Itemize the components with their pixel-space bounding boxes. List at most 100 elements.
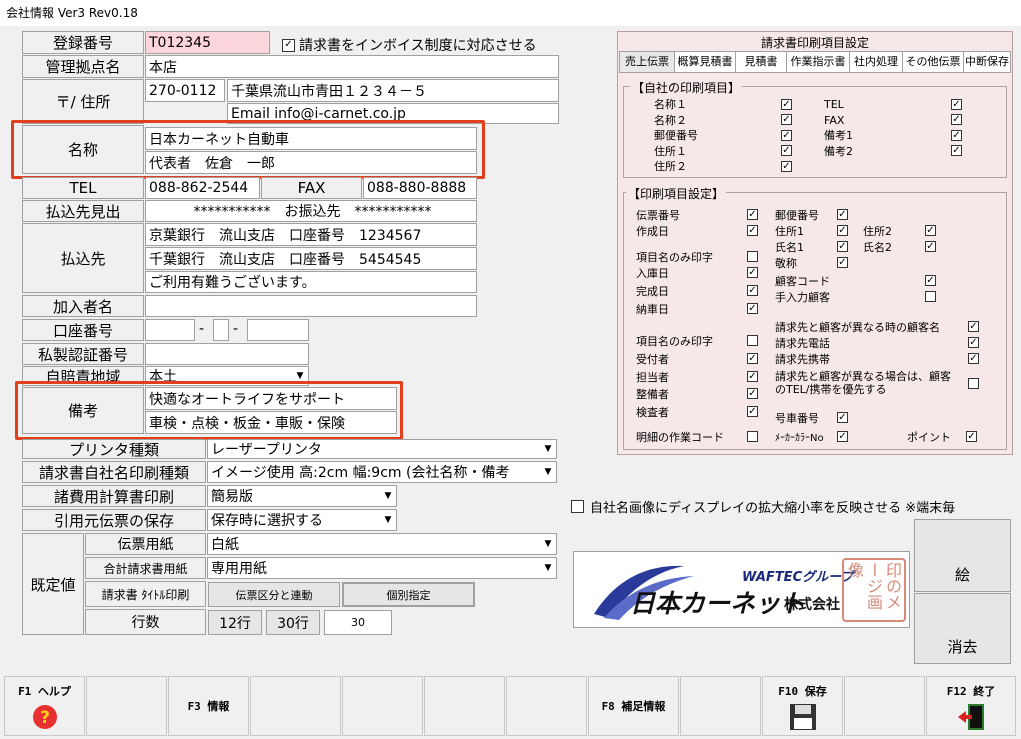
printer-value: レーザープリンタ bbox=[211, 442, 322, 458]
customer-code-label: 顧客コード bbox=[775, 275, 830, 288]
display-scale-row[interactable]: 自社名画像にディスプレイの拡大縮小率を反映させる ※端末毎 bbox=[571, 497, 955, 516]
work-code-checkbox[interactable] bbox=[747, 431, 758, 442]
own-tel-checkbox[interactable]: ✓ bbox=[951, 99, 962, 110]
tab-rough-estimate[interactable]: 概算見積書 bbox=[675, 52, 736, 72]
diff-tel-checkbox[interactable] bbox=[968, 378, 979, 389]
billing-tel-checkbox[interactable]: ✓ bbox=[968, 337, 979, 348]
picture-button[interactable]: 絵 bbox=[914, 519, 1011, 592]
own-item-label: 備考1 bbox=[824, 129, 853, 142]
payee1-input[interactable]: 京葉銀行 流山支店 口座番号 1234567 bbox=[145, 223, 477, 246]
title-print-linked-button[interactable]: 伝票区分と連動 bbox=[208, 582, 340, 607]
tab-sales-slip[interactable]: 売上伝票 bbox=[620, 52, 675, 72]
tab-work-order[interactable]: 作業指示書 bbox=[787, 52, 850, 72]
own-addr2-checkbox[interactable]: ✓ bbox=[781, 161, 792, 172]
save-icon bbox=[789, 704, 816, 730]
member-input[interactable] bbox=[145, 295, 477, 317]
invoice-print-type-select[interactable]: イメージ使用 高:2cm 幅:9cm (会社名称・備考 ▼ bbox=[207, 461, 557, 483]
display-scale-checkbox[interactable] bbox=[571, 500, 584, 513]
rows-12-button[interactable]: 12行 bbox=[208, 610, 262, 635]
f10-save-button[interactable]: F10 保存 bbox=[762, 676, 843, 736]
f2-button[interactable] bbox=[86, 676, 167, 736]
own-addr1-checkbox[interactable]: ✓ bbox=[781, 145, 792, 156]
billing-mobile-checkbox[interactable]: ✓ bbox=[968, 353, 979, 364]
f11-button[interactable] bbox=[844, 676, 925, 736]
own-fax-checkbox[interactable]: ✓ bbox=[951, 114, 962, 125]
fax-input[interactable]: 088-880-8888 bbox=[363, 177, 477, 199]
address2-checkbox[interactable]: ✓ bbox=[925, 225, 936, 236]
own-zip-checkbox[interactable]: ✓ bbox=[781, 130, 792, 141]
chevron-down-icon[interactable]: ▼ bbox=[380, 510, 396, 530]
payee-head-input[interactable]: *********** お振込先 *********** bbox=[145, 200, 477, 222]
name1-checkbox[interactable]: ✓ bbox=[837, 241, 848, 252]
receptionist-checkbox[interactable]: ✓ bbox=[747, 353, 758, 364]
point-checkbox[interactable]: ✓ bbox=[966, 431, 977, 442]
f9-button[interactable] bbox=[680, 676, 761, 736]
tel-input[interactable]: 088-862-2544 bbox=[145, 177, 260, 199]
f5-button[interactable] bbox=[342, 676, 423, 736]
payee-head-label: 払込先見出 bbox=[22, 200, 144, 222]
zip-input[interactable]: 270-0112 bbox=[145, 79, 225, 102]
payee3-input[interactable]: ご利用有難うございます。 bbox=[145, 271, 477, 293]
private-cert-input[interactable] bbox=[145, 343, 309, 365]
staff-checkbox[interactable]: ✓ bbox=[747, 371, 758, 382]
slip-paper-select[interactable]: 白紙 ▼ bbox=[207, 533, 557, 555]
address-input[interactable]: 千葉県流山市青田１２３４－５ bbox=[227, 79, 559, 102]
chevron-down-icon[interactable]: ▼ bbox=[540, 534, 556, 554]
label-only-checkbox-1[interactable] bbox=[747, 251, 758, 262]
tel-label: TEL bbox=[22, 177, 144, 199]
name2-checkbox[interactable]: ✓ bbox=[925, 241, 936, 252]
f4-button[interactable] bbox=[250, 676, 341, 736]
tab-suspended-save[interactable]: 中断保存 bbox=[964, 52, 1010, 72]
f6-button[interactable] bbox=[424, 676, 505, 736]
manual-customer-checkbox[interactable] bbox=[925, 291, 936, 302]
honorific-checkbox[interactable]: ✓ bbox=[837, 257, 848, 268]
chevron-down-icon[interactable]: ▼ bbox=[540, 440, 556, 458]
zip-checkbox[interactable]: ✓ bbox=[837, 209, 848, 220]
invoice-checkbox-row[interactable]: ✓ 請求書をインボイス制度に対応させる bbox=[282, 35, 537, 55]
tab-estimate[interactable]: 見積書 bbox=[736, 52, 787, 72]
created-date-checkbox[interactable]: ✓ bbox=[747, 225, 758, 236]
printer-select[interactable]: レーザープリンタ ▼ bbox=[207, 439, 557, 459]
tab-internal[interactable]: 社内処理 bbox=[850, 52, 903, 72]
inspector-checkbox[interactable]: ✓ bbox=[747, 406, 758, 417]
chevron-down-icon[interactable]: ▼ bbox=[540, 462, 556, 482]
f7-button[interactable] bbox=[506, 676, 587, 736]
delivery-date-checkbox[interactable]: ✓ bbox=[747, 303, 758, 314]
col1-label: 検査者 bbox=[636, 406, 669, 419]
f8-supplement-button[interactable]: F8 補足情報 bbox=[588, 676, 679, 736]
car-number-checkbox[interactable]: ✓ bbox=[837, 412, 848, 423]
arrival-date-checkbox[interactable]: ✓ bbox=[747, 267, 758, 278]
title-print-individual-button[interactable]: 個別指定 bbox=[342, 582, 475, 607]
f3-info-button[interactable]: F3 情報 bbox=[168, 676, 249, 736]
rows-input[interactable]: 30 bbox=[324, 610, 392, 635]
account-part2-input[interactable] bbox=[213, 319, 229, 341]
payee2-input[interactable]: 千葉銀行 流山支店 口座番号 5454545 bbox=[145, 247, 477, 270]
mechanic-checkbox[interactable]: ✓ bbox=[747, 388, 758, 399]
quote-save-select[interactable]: 保存時に選択する ▼ bbox=[207, 509, 397, 531]
invoice-checkbox[interactable]: ✓ bbox=[282, 38, 295, 52]
total-paper-select[interactable]: 専用用紙 ▼ bbox=[207, 557, 557, 579]
customer-code-checkbox[interactable]: ✓ bbox=[925, 275, 936, 286]
own-remarks1-checkbox[interactable]: ✓ bbox=[951, 130, 962, 141]
slip-number-checkbox[interactable]: ✓ bbox=[747, 209, 758, 220]
own-name1-checkbox[interactable]: ✓ bbox=[781, 99, 792, 110]
complete-date-checkbox[interactable]: ✓ bbox=[747, 285, 758, 296]
f1-help-button[interactable]: F1 ヘルプ ? bbox=[4, 676, 85, 736]
label-only-checkbox-2[interactable] bbox=[747, 335, 758, 346]
account-part3-input[interactable] bbox=[247, 319, 309, 341]
account-part1-input[interactable] bbox=[145, 319, 195, 341]
maker-color-checkbox[interactable]: ✓ bbox=[837, 431, 848, 442]
rows-30-button[interactable]: 30行 bbox=[266, 610, 320, 635]
own-remarks2-checkbox[interactable]: ✓ bbox=[951, 145, 962, 156]
own-name2-checkbox[interactable]: ✓ bbox=[781, 114, 792, 125]
f12-exit-button[interactable]: F12 終了 bbox=[926, 676, 1016, 736]
diff-name-checkbox[interactable]: ✓ bbox=[968, 321, 979, 332]
expense-print-select[interactable]: 簡易版 ▼ bbox=[207, 485, 397, 507]
base-input[interactable]: 本店 bbox=[145, 55, 559, 78]
chevron-down-icon[interactable]: ▼ bbox=[540, 558, 556, 578]
tab-other-slip[interactable]: その他伝票 bbox=[903, 52, 964, 72]
address1-checkbox[interactable]: ✓ bbox=[837, 225, 848, 236]
reg-number-input[interactable]: T012345 bbox=[145, 31, 270, 54]
chevron-down-icon[interactable]: ▼ bbox=[380, 486, 396, 506]
erase-button[interactable]: 消去 bbox=[914, 593, 1011, 664]
